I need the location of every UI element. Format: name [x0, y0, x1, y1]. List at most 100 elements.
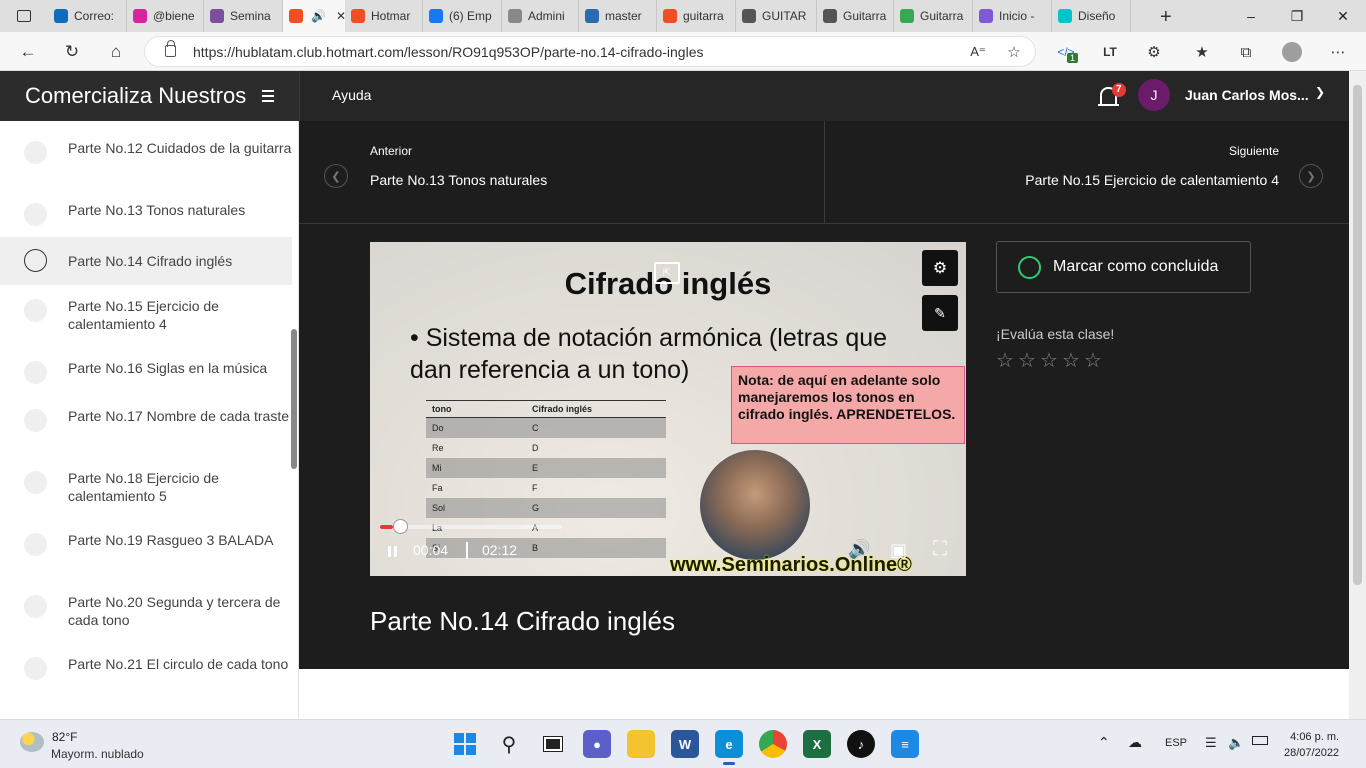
prev-arrow-icon[interactable]: ❮ — [324, 164, 348, 188]
search-icon[interactable]: ⚲ — [495, 730, 523, 758]
favorite-add-icon[interactable]: ☆ — [1002, 40, 1026, 64]
new-tab-button[interactable]: + — [1160, 6, 1172, 29]
translate-extension-icon[interactable]: LT — [1098, 40, 1122, 64]
slide-table-row: Fa F — [426, 478, 666, 498]
lesson-status-circle-icon — [24, 409, 47, 432]
pause-icon[interactable] — [388, 546, 397, 557]
restore-button[interactable]: ❐ — [1274, 0, 1320, 32]
notepad-icon[interactable]: ≡ — [891, 730, 919, 758]
tab-item[interactable]: (6) Emp — [423, 0, 502, 32]
lesson-status-circle-icon — [24, 595, 47, 618]
sidebar-lesson-item[interactable]: Parte No.20 Segunda y tercera de cada to… — [0, 593, 292, 639]
sidebar-lesson-item[interactable]: Parte No.14 Cifrado inglés — [0, 237, 292, 285]
tab-item[interactable]: Admini — [502, 0, 579, 32]
tiktok-icon[interactable]: ♪ — [847, 730, 875, 758]
tab-close-icon[interactable]: ✕ — [336, 9, 345, 23]
picture-in-picture-icon[interactable]: ⇱ — [654, 262, 680, 284]
star-icon[interactable]: ☆ — [1018, 348, 1038, 373]
tab-actions-icon[interactable] — [0, 0, 48, 32]
settings-gear-icon[interactable]: ⚙ — [922, 250, 958, 286]
minimize-button[interactable]: – — [1228, 0, 1274, 32]
close-window-button[interactable]: ✕ — [1320, 0, 1366, 32]
more-menu-icon[interactable]: ⋯ — [1326, 40, 1350, 64]
star-icon[interactable]: ☆ — [1040, 348, 1060, 373]
next-arrow-icon[interactable]: ❯ — [1299, 164, 1323, 188]
tab-item[interactable]: Inicio - — [973, 0, 1052, 32]
weather-icon[interactable] — [20, 732, 44, 752]
tab-item[interactable]: guitarra — [657, 0, 736, 32]
star-icon[interactable]: ☆ — [1062, 348, 1082, 373]
sidebar-lesson-item[interactable]: Parte No.13 Tonos naturales — [0, 201, 292, 237]
tab-item[interactable]: Guitarra — [894, 0, 973, 32]
sidebar-lesson-item[interactable]: Parte No.21 El circulo de cada tono — [0, 655, 292, 701]
avatar[interactable]: J — [1138, 79, 1170, 111]
sidebar-lesson-item[interactable]: Parte No.18 Ejercicio de calentamiento 5 — [0, 469, 292, 515]
video-progress-bar[interactable] — [380, 519, 562, 534]
lesson-status-circle-icon — [24, 533, 47, 556]
weather-temperature: 82°F — [52, 730, 78, 744]
star-icon[interactable]: ☆ — [1084, 348, 1104, 373]
word-icon[interactable]: W — [671, 730, 699, 758]
refresh-button[interactable]: ↻ — [58, 38, 86, 66]
volume-icon[interactable]: 🔊 — [848, 539, 870, 560]
profile-icon[interactable] — [1280, 40, 1304, 64]
menu-icon[interactable] — [262, 90, 274, 102]
favorites-icon[interactable]: ★ — [1190, 40, 1214, 64]
wifi-icon[interactable]: ☰ — [1205, 735, 1217, 751]
comment-icon[interactable]: ✎ — [922, 295, 958, 331]
prev-lesson-link[interactable]: Parte No.13 Tonos naturales — [370, 172, 547, 188]
help-link[interactable]: Ayuda — [332, 87, 371, 103]
tab-item[interactable]: GUITAR — [736, 0, 817, 32]
language-indicator[interactable]: ESP — [1165, 737, 1187, 749]
video-player[interactable]: Cifrado inglés • Sistema de notación arm… — [370, 242, 966, 576]
slide-table-cell: C — [532, 423, 539, 433]
extensions-icon[interactable]: ⚙ — [1142, 40, 1166, 64]
rating-stars: ☆ ☆ ☆ ☆ ☆ — [996, 348, 1104, 373]
home-button[interactable]: ⌂ — [102, 38, 130, 66]
sidebar-lesson-item[interactable]: Parte No.15 Ejercicio de calentamiento 4 — [0, 297, 292, 343]
chrome-icon[interactable] — [759, 730, 787, 758]
tab-item[interactable]: 🔊 ✕ — [283, 0, 345, 32]
lock-icon — [165, 40, 176, 57]
miniplayer-icon[interactable]: ▣ — [890, 540, 907, 561]
sidebar-lesson-item[interactable]: Parte No.17 Nombre de cada traste — [0, 407, 292, 453]
sidebar-lesson-item[interactable]: Parte No.19 Rasgueo 3 BALADA — [0, 531, 292, 577]
next-lesson-link[interactable]: Parte No.15 Ejercicio de calentamiento 4 — [1025, 172, 1279, 188]
tab-audio-icon[interactable]: 🔊 — [311, 9, 326, 23]
tab-item[interactable]: Correo: — [48, 0, 127, 32]
video-current-time: 00:04 — [413, 542, 449, 558]
collections-icon[interactable]: ⧉ — [1234, 40, 1258, 64]
page-scrollbar-thumb[interactable] — [1353, 85, 1362, 585]
sidebar-lesson-item[interactable]: Parte No.16 Siglas en la música — [0, 359, 292, 395]
fullscreen-icon[interactable]: ⛶ — [933, 538, 947, 561]
chat-icon[interactable]: ● — [583, 730, 611, 758]
star-icon[interactable]: ☆ — [996, 348, 1016, 373]
tab-item[interactable]: Semina — [204, 0, 283, 32]
back-button[interactable]: ← — [14, 38, 42, 66]
system-clock[interactable]: 4:06 p. m. 28/07/2022 — [1284, 729, 1339, 761]
search-icon — [585, 9, 599, 23]
tab-item[interactable]: Guitarra — [817, 0, 894, 32]
onedrive-icon[interactable]: ☁ — [1128, 734, 1142, 751]
battery-icon[interactable] — [1252, 736, 1268, 745]
excel-icon[interactable]: X — [803, 730, 831, 758]
tab-item[interactable]: Diseño — [1052, 0, 1131, 32]
task-view-icon[interactable] — [539, 730, 567, 758]
user-name[interactable]: Juan Carlos Mos... — [1185, 87, 1309, 103]
read-aloud-icon[interactable]: A⁼ — [966, 40, 990, 64]
sidebar-scrollbar[interactable] — [291, 329, 297, 469]
speaker-icon[interactable]: 🔈 — [1228, 735, 1244, 751]
file-explorer-icon[interactable] — [627, 730, 655, 758]
edge-icon[interactable]: e — [715, 730, 743, 765]
start-icon[interactable] — [451, 730, 479, 758]
tab-item[interactable]: master — [579, 0, 657, 32]
facebook-icon — [429, 9, 443, 23]
url-field[interactable]: https://hublatam.club.hotmart.com/lesson… — [144, 36, 1036, 67]
tab-item[interactable]: @biene — [127, 0, 204, 32]
chevron-down-icon[interactable]: ❯ — [1315, 85, 1325, 99]
page-scrollbar[interactable] — [1349, 71, 1366, 719]
sidebar-lesson-item[interactable]: Parte No.12 Cuidados de la guitarra — [0, 139, 292, 185]
tab-item[interactable]: Hotmar — [345, 0, 423, 32]
chevron-up-icon[interactable]: ⌃ — [1098, 734, 1110, 751]
mark-complete-button[interactable]: Marcar como concluida — [996, 241, 1251, 293]
